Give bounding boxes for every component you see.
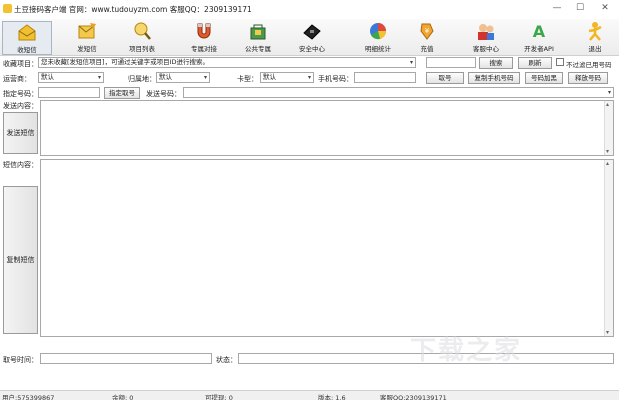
release-number-button[interactable]: 释放号码 (568, 72, 608, 84)
blacklist-number-button[interactable]: 号码加黑 (525, 72, 563, 84)
app-logo-icon (3, 4, 12, 13)
scrollbar[interactable]: ▴ ▾ (604, 101, 613, 155)
location-label: 归属地： (128, 75, 156, 83)
project-list-icon (134, 22, 151, 40)
card-type-select[interactable]: 默认 ▾ (260, 72, 314, 83)
toolbar-send-sms[interactable]: 发短信 (64, 21, 110, 55)
filter-checkbox-label: 不过滤已用号码 (566, 61, 612, 69)
scroll-down-icon: ▾ (606, 329, 610, 336)
location-select[interactable]: 默认 ▾ (156, 72, 210, 83)
sms-content-textarea[interactable]: ▴ ▾ (40, 159, 614, 337)
assign-number-label: 指定号码： (3, 90, 38, 98)
svg-text:¥: ¥ (425, 27, 430, 35)
toolbar-receive-sms[interactable]: 收短信 (2, 21, 52, 55)
toolbar-public-dedicated[interactable]: 公共专属 (234, 21, 282, 55)
status-available: 可提现: 0 (205, 394, 233, 400)
collect-project-select[interactable]: 您未收藏[发短信项目]，可通过关键字或项目ID进行搜索。 ▾ (38, 57, 416, 68)
refresh-button[interactable]: 刷新 (518, 57, 552, 69)
copy-sms-button[interactable]: 复制短信 (3, 186, 38, 334)
scroll-up-icon: ▴ (606, 160, 610, 167)
filter-checkbox[interactable] (556, 58, 564, 66)
toolbar-project-list[interactable]: 项目列表 (118, 21, 166, 55)
scrollbar[interactable]: ▴ ▾ (604, 160, 613, 336)
operator-label: 运营商： (3, 75, 31, 83)
maximize-button[interactable]: ☐ (571, 2, 589, 15)
sms-content-label: 短信内容： (3, 161, 38, 169)
operator-select[interactable]: 默认 ▾ (38, 72, 104, 83)
chevron-down-icon: ▾ (97, 74, 101, 81)
chevron-down-icon: ▾ (607, 89, 611, 96)
toolbar-dedicated-docking[interactable]: 专属对接 (180, 21, 228, 55)
recharge-icon: ¥ (420, 23, 434, 40)
developer-api-icon: A (533, 22, 546, 41)
assign-get-number-button[interactable]: 指定取号 (104, 87, 140, 99)
close-button[interactable]: ✕ (596, 2, 614, 15)
toolbar-developer-api[interactable]: A 开发者API (516, 21, 562, 55)
assign-number-field[interactable] (38, 87, 100, 98)
chevron-down-icon: ▾ (307, 74, 311, 81)
status-user: 用户:575399867 (2, 394, 55, 400)
magnet-icon (197, 23, 211, 39)
shield-icon (303, 24, 321, 40)
pie-chart-icon (370, 23, 387, 40)
send-sms-icon (78, 23, 96, 39)
get-number-time-label: 取号时间： (3, 356, 38, 364)
minimize-button[interactable]: — (548, 2, 566, 15)
scroll-down-icon: ▾ (606, 148, 610, 155)
phone-number-field[interactable] (354, 72, 416, 83)
toolbar-statistics[interactable]: 明细统计 (352, 21, 404, 55)
status-version: 版本: 1.6 (318, 394, 346, 400)
get-number-time-field (40, 353, 212, 364)
send-number-label: 发送号码： (146, 90, 181, 98)
phone-number-label: 手机号码： (318, 75, 353, 83)
toolbar-security-center[interactable]: 安全中心 (288, 21, 336, 55)
exit-icon (588, 22, 602, 41)
status-label: 状态： (216, 356, 237, 364)
toolbar-support-center[interactable]: 客服中心 (464, 21, 508, 55)
status-support-qq: 客服QQ:2309139171 (380, 394, 447, 400)
status-bar (0, 390, 619, 400)
send-number-select[interactable]: ▾ (183, 87, 614, 98)
support-icon (478, 24, 494, 40)
chevron-down-icon: ▾ (203, 74, 207, 81)
search-input[interactable] (426, 57, 476, 68)
send-sms-button[interactable]: 发送短信 (3, 112, 38, 154)
status-balance: 余额: 0 (112, 394, 134, 400)
window-title: 土豆接码客户端 官网：www.tudouyzm.com 客服QQ：2309139… (14, 5, 252, 14)
chevron-down-icon: ▾ (409, 59, 413, 66)
get-number-button[interactable]: 取号 (426, 72, 464, 84)
watermark: 下载之家 (410, 336, 523, 366)
card-type-label: 卡型： (237, 75, 258, 83)
search-button[interactable]: 搜索 (479, 57, 513, 69)
scroll-up-icon: ▴ (606, 101, 610, 108)
toolbar-recharge[interactable]: ¥ 充值 (410, 21, 444, 55)
collect-project-label: 收藏项目： (3, 60, 38, 68)
toolbar-exit[interactable]: 退出 (578, 21, 612, 55)
copy-phone-button[interactable]: 复制手机号码 (468, 72, 520, 84)
send-content-textarea[interactable]: ▴ ▾ (40, 100, 614, 156)
send-content-label: 发送内容： (3, 102, 38, 110)
svg-text:A: A (533, 22, 546, 41)
receive-sms-icon (18, 24, 36, 41)
shopping-bag-icon (250, 24, 266, 40)
